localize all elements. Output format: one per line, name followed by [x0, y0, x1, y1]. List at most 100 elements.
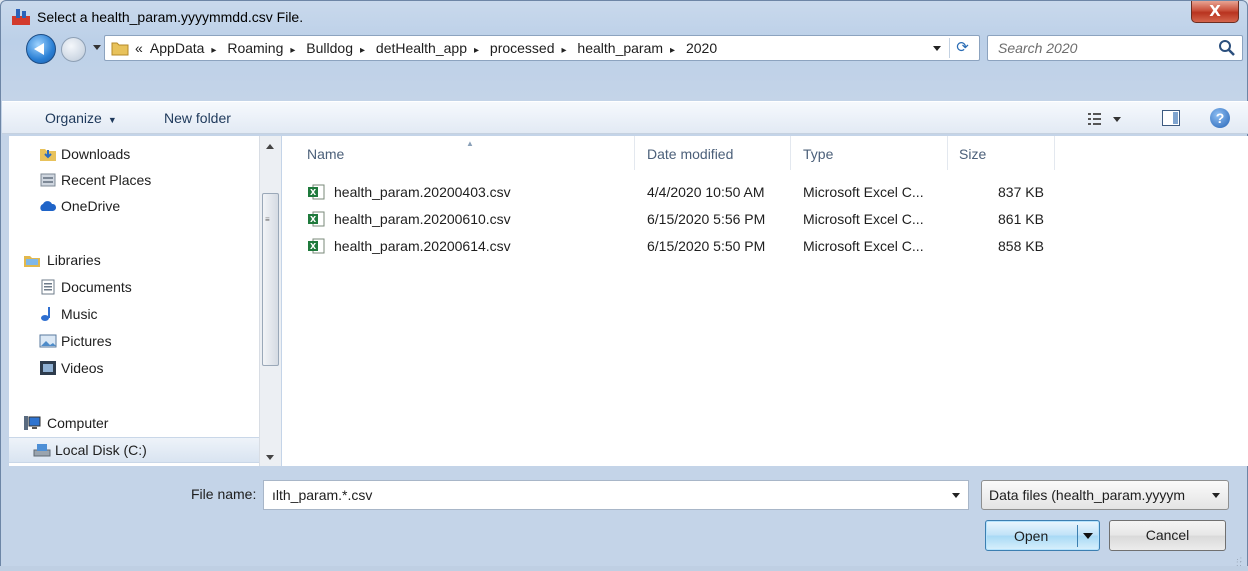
excel-csv-icon: X [308, 211, 325, 227]
column-divider[interactable] [947, 136, 948, 170]
back-button[interactable] [26, 34, 56, 64]
nav-item-documents[interactable]: Documents [9, 275, 259, 301]
file-name: health_param.20200614.csv [334, 238, 511, 254]
nav-item-label: Recent Places [61, 172, 152, 188]
svg-text:X: X [310, 215, 317, 224]
close-button[interactable]: X [1191, 1, 1239, 23]
file-list: ▲ Name Date modified Type Size X health_… [282, 136, 1248, 466]
open-label: Open [1014, 528, 1049, 544]
breadcrumb-overflow[interactable]: « [135, 40, 143, 56]
breadcrumb-separator[interactable]: ▸ [670, 45, 675, 56]
file-type-select[interactable]: Data files (health_param.yyyym [981, 480, 1229, 510]
split-divider [1077, 525, 1078, 547]
folder-icon [111, 42, 129, 56]
onedrive-cloud-icon [40, 201, 57, 211]
pictures-icon [39, 334, 57, 348]
excel-csv-icon: X [308, 238, 325, 254]
column-header-date[interactable]: Date modified [647, 146, 733, 162]
file-name-value: ılth_param.*.csv [272, 487, 373, 503]
recent-pages-dropdown[interactable] [93, 45, 101, 50]
nav-item-label: OneDrive [61, 198, 121, 214]
breadcrumb-bulldog[interactable]: Bulldog [306, 40, 353, 56]
column-header-name[interactable]: Name [307, 146, 344, 162]
address-bar[interactable]: « AppData ▸ Roaming ▸ Bulldog ▸ detHealth_a… [104, 35, 980, 61]
breadcrumb-roaming[interactable]: Roaming [227, 40, 283, 56]
column-divider[interactable] [1054, 136, 1055, 170]
chevron-down-icon[interactable] [952, 493, 960, 498]
change-view-icon[interactable] [1086, 110, 1126, 128]
search-box[interactable]: Search 2020 [987, 35, 1243, 61]
file-open-dialog: Select a health_param.yyyymmdd.csv File.… [0, 0, 1248, 571]
title-bar[interactable]: Select a health_param.yyyymmdd.csv File.… [1, 1, 1247, 33]
nav-item-local-disk[interactable]: Local Disk (C:) [9, 437, 259, 463]
nav-item-label: Pictures [61, 333, 112, 349]
navigation-pane: Downloads Recent Places OneDrive Librari… [9, 136, 259, 466]
window-title: Select a health_param.yyyymmdd.csv File. [37, 9, 304, 25]
scroll-up-icon[interactable] [266, 144, 274, 149]
videos-icon [40, 361, 56, 375]
column-divider[interactable] [634, 136, 635, 170]
organize-button[interactable]: Organize ▼ [45, 110, 117, 126]
music-icon [41, 307, 50, 321]
table-row[interactable]: X health_param.20200403.csv 4/4/2020 10:… [282, 180, 1248, 206]
computer-icon [24, 416, 41, 430]
column-header-size[interactable]: Size [959, 146, 986, 162]
breadcrumb-separator[interactable]: ▸ [562, 45, 567, 56]
excel-csv-icon: X [308, 184, 325, 200]
file-date: 4/4/2020 10:50 AM [647, 184, 765, 200]
address-history-dropdown[interactable] [933, 46, 941, 51]
breadcrumb-separator[interactable]: ▸ [211, 45, 216, 56]
breadcrumb-appdata[interactable]: AppData [150, 40, 204, 56]
forward-button[interactable] [61, 37, 86, 62]
file-size: 858 KB [998, 238, 1044, 254]
column-divider[interactable] [790, 136, 791, 170]
breadcrumb-dethealth-app[interactable]: detHealth_app [376, 40, 467, 56]
nav-item-label: Videos [61, 360, 104, 376]
file-type: Microsoft Excel C... [803, 184, 924, 200]
file-type: Microsoft Excel C... [803, 238, 924, 254]
search-input[interactable]: Search 2020 [998, 40, 1077, 56]
column-header-type[interactable]: Type [803, 146, 833, 162]
help-icon[interactable]: ? [1210, 108, 1230, 128]
file-date: 6/15/2020 5:50 PM [647, 238, 766, 254]
nav-item-videos[interactable]: Videos [9, 356, 259, 382]
breadcrumb-separator[interactable]: ▸ [360, 45, 365, 56]
documents-icon [41, 279, 55, 295]
nav-item-music[interactable]: Music [9, 302, 259, 328]
new-folder-button[interactable]: New folder [164, 110, 231, 126]
search-icon[interactable] [1218, 39, 1236, 57]
command-bar: Organize ▼ New folder ? [2, 101, 1248, 134]
organize-label: Organize [45, 110, 102, 126]
breadcrumb-2020[interactable]: 2020 [686, 40, 717, 56]
preview-pane-icon[interactable] [1162, 110, 1180, 126]
resize-grip-icon[interactable]: ·::: [1236, 556, 1243, 568]
recent-places-icon [40, 173, 56, 187]
chevron-down-icon[interactable] [1083, 533, 1093, 539]
table-row[interactable]: X health_param.20200614.csv 6/15/2020 5:… [282, 234, 1248, 260]
file-name-input[interactable]: ılth_param.*.csv [263, 480, 969, 510]
breadcrumb-separator[interactable]: ▸ [290, 45, 295, 56]
nav-item-recent-places[interactable]: Recent Places [9, 168, 259, 194]
open-button[interactable]: Open [985, 520, 1100, 551]
nav-item-downloads[interactable]: Downloads [9, 142, 259, 168]
refresh-icon[interactable]: ⟳ [949, 38, 975, 58]
nav-item-pictures[interactable]: Pictures [9, 329, 259, 355]
nav-item-computer[interactable]: Computer [9, 411, 259, 437]
chevron-down-icon: ▼ [107, 115, 117, 125]
breadcrumb-health-param[interactable]: health_param [577, 40, 663, 56]
nav-item-label: Downloads [61, 146, 131, 162]
cancel-button[interactable]: Cancel [1109, 520, 1226, 551]
nav-item-onedrive[interactable]: OneDrive [9, 194, 259, 220]
local-disk-icon [33, 444, 51, 457]
chevron-down-icon[interactable] [1212, 493, 1220, 498]
svg-text:X: X [310, 242, 317, 251]
scroll-down-icon[interactable] [266, 455, 274, 460]
breadcrumb-processed[interactable]: processed [490, 40, 555, 56]
nav-scrollbar[interactable]: ≡ [259, 136, 281, 466]
table-row[interactable]: X health_param.20200610.csv 6/15/2020 5:… [282, 207, 1248, 233]
svg-text:X: X [310, 188, 317, 197]
breadcrumb-separator[interactable]: ▸ [474, 45, 479, 56]
nav-item-label: Music [61, 306, 98, 322]
file-size: 861 KB [998, 211, 1044, 227]
nav-item-libraries[interactable]: Libraries [9, 248, 259, 274]
